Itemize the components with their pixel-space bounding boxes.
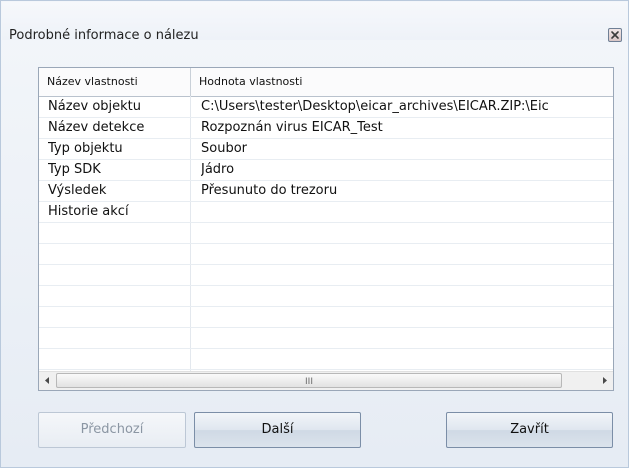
property-name: Název detekce <box>48 120 145 135</box>
table-row[interactable] <box>39 244 613 265</box>
next-button[interactable]: Další <box>194 412 361 448</box>
property-value <box>201 349 611 369</box>
table-row[interactable]: Název detekce Rozpoznán virus EICAR_Test <box>39 118 613 139</box>
column-divider[interactable] <box>190 68 191 96</box>
table-row[interactable]: Název objektu C:\Users\tester\Desktop\ei… <box>39 97 613 118</box>
property-name: Název objektu <box>48 99 142 114</box>
title-bar: Podrobné informace o nálezu <box>2 2 627 43</box>
property-value: Jádro <box>201 162 235 177</box>
table-row[interactable] <box>39 349 613 370</box>
details-dialog: Podrobné informace o nálezu Název vlastn… <box>0 0 629 468</box>
arrow-right-icon <box>603 377 607 384</box>
property-value: Soubor <box>201 141 247 156</box>
previous-button[interactable]: Předchozí <box>38 412 186 448</box>
property-name <box>48 349 188 369</box>
table-row[interactable] <box>39 328 613 349</box>
property-name <box>48 265 188 285</box>
property-name: Typ SDK <box>48 162 101 177</box>
scroll-right-button[interactable] <box>596 372 613 389</box>
column-header-value[interactable]: Hodnota vlastnosti <box>199 68 302 96</box>
table-row[interactable] <box>39 286 613 307</box>
property-name <box>48 307 188 327</box>
table-row[interactable]: Typ objektu Soubor <box>39 139 613 160</box>
property-value <box>201 202 611 222</box>
property-name <box>48 286 188 306</box>
property-name: Typ objektu <box>48 141 123 156</box>
table-row[interactable] <box>39 265 613 286</box>
property-name <box>48 244 188 264</box>
property-value: C:\Users\tester\Desktop\eicar_archives\E… <box>201 99 549 114</box>
column-header-property[interactable]: Název vlastnosti <box>47 68 138 96</box>
property-name <box>48 223 188 243</box>
property-name: Historie akcí <box>48 204 129 219</box>
property-value <box>201 223 611 243</box>
close-icon <box>611 31 619 39</box>
property-value <box>201 286 611 306</box>
properties-list[interactable]: Název vlastnosti Hodnota vlastnosti Náze… <box>38 67 614 391</box>
horizontal-scrollbar[interactable]: III <box>39 371 613 390</box>
table-row[interactable]: Typ SDK Jádro <box>39 160 613 181</box>
property-value <box>201 307 611 327</box>
scroll-left-button[interactable] <box>39 372 56 389</box>
arrow-left-icon <box>45 377 49 384</box>
table-row[interactable]: Výsledek Přesunuto do trezoru <box>39 181 613 202</box>
property-value: Rozpoznán virus EICAR_Test <box>201 120 383 135</box>
property-name <box>48 328 188 348</box>
table-row[interactable]: Historie akcí <box>39 202 613 223</box>
property-value <box>201 244 611 264</box>
property-name: Výsledek <box>48 183 107 198</box>
window-title: Podrobné informace o nálezu <box>9 28 199 43</box>
close-button[interactable]: Zavřít <box>446 412 613 448</box>
list-header: Název vlastnosti Hodnota vlastnosti <box>39 68 613 97</box>
table-row[interactable] <box>39 307 613 328</box>
scrollbar-grip: III <box>305 377 313 387</box>
table-row[interactable] <box>39 223 613 244</box>
close-window-button[interactable] <box>608 28 622 42</box>
property-value <box>201 328 611 348</box>
property-value <box>201 265 611 285</box>
scrollbar-thumb[interactable]: III <box>56 373 562 388</box>
property-value: Přesunuto do trezoru <box>201 183 338 198</box>
